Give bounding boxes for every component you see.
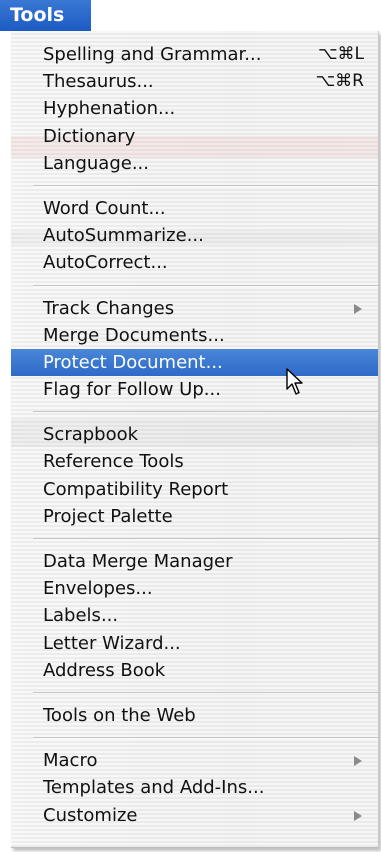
menu-items: Spelling and Grammar... ⌥⌘L Thesaurus... ⌥⌘… [11, 41, 378, 829]
menu-separator [11, 403, 378, 421]
menu-item-scrapbook[interactable]: Scrapbook [11, 421, 378, 448]
menu-item-track-changes[interactable]: Track Changes [11, 295, 378, 322]
menu-item-label: Scrapbook [43, 424, 139, 446]
menu-item-label: Reference Tools [43, 451, 184, 473]
menu-item-label: Compatibility Report [43, 478, 229, 500]
arrow-pointer-icon [286, 368, 303, 395]
menu-item-label: Spelling and Grammar... [43, 44, 262, 65]
menu-item-label: Dictionary [43, 125, 136, 147]
menu-item-label: Address Book [43, 659, 166, 681]
menu-item-label: Data Merge Manager [43, 551, 233, 572]
submenu-arrow-icon [354, 756, 362, 767]
menu-item-data-merge-manager[interactable]: Data Merge Manager [11, 548, 378, 575]
menu-item-label: Project Palette [43, 505, 173, 527]
menu-item-templates-and-add-ins[interactable]: Templates and Add-Ins... [11, 774, 378, 801]
submenu-arrow-icon [354, 810, 362, 821]
menu-separator [11, 684, 378, 702]
menu-item-label: Track Changes [43, 297, 175, 319]
submenu-arrow-icon [354, 303, 362, 314]
menu-item-label: Envelopes... [43, 578, 153, 600]
menu-item-envelopes[interactable]: Envelopes... [11, 575, 378, 602]
menu-item-address-book[interactable]: Address Book [11, 657, 378, 684]
menu-item-autocorrect[interactable]: AutoCorrect... [11, 249, 378, 276]
menu-item-label: Templates and Add-Ins... [43, 777, 265, 799]
menu-title-tools[interactable]: Tools [0, 0, 91, 31]
menu-item-thesaurus[interactable]: Thesaurus... ⌥⌘R [11, 68, 378, 95]
menu-item-merge-documents[interactable]: Merge Documents... [11, 322, 378, 349]
menu-item-tools-on-the-web[interactable]: Tools on the Web [11, 702, 378, 729]
menu-item-label: Language... [43, 152, 149, 174]
menu-item-label: Hyphenation... [43, 98, 176, 120]
menu-separator [11, 277, 378, 295]
menu-item-language[interactable]: Language... [11, 150, 378, 177]
menu-item-customize[interactable]: Customize [11, 802, 378, 829]
menu-item-letter-wizard[interactable]: Letter Wizard... [11, 630, 378, 657]
menu-item-shortcut: ⌥⌘R [315, 71, 364, 92]
menu-item-spelling-and-grammar[interactable]: Spelling and Grammar... ⌥⌘L [11, 41, 378, 68]
menu-separator [11, 729, 378, 747]
menu-item-label: Flag for Follow Up... [43, 379, 221, 401]
menu-item-project-palette[interactable]: Project Palette [11, 503, 378, 530]
menu-item-dictionary[interactable]: Dictionary [11, 123, 378, 150]
menu-item-label: Word Count... [43, 197, 166, 219]
menu-item-label: AutoSummarize... [43, 225, 204, 247]
menu-item-label: Protect Document... [43, 351, 223, 373]
menu-item-label: Labels... [43, 605, 119, 627]
menu-item-protect-document[interactable]: Protect Document... [11, 348, 378, 377]
menu-item-compatibility-report[interactable]: Compatibility Report [11, 476, 378, 503]
menu-item-macro[interactable]: Macro [11, 747, 378, 774]
menu-item-label: Tools on the Web [43, 704, 196, 726]
menu-item-reference-tools[interactable]: Reference Tools [11, 448, 378, 475]
menu-item-hyphenation[interactable]: Hyphenation... [11, 95, 378, 122]
menu-item-label: Customize [43, 804, 138, 826]
menu-separator [11, 530, 378, 548]
menu-item-flag-for-follow-up[interactable]: Flag for Follow Up... [11, 376, 378, 403]
menu-item-shortcut: ⌥⌘L [317, 44, 364, 64]
menu-separator [11, 177, 378, 195]
menu-item-label: Letter Wizard... [43, 632, 181, 654]
tools-menu-dropdown: Spelling and Grammar... ⌥⌘L Thesaurus... ⌥⌘… [11, 31, 379, 848]
menu-item-label: Thesaurus... [43, 71, 154, 93]
menu-item-label: AutoCorrect... [43, 252, 168, 274]
menu-item-labels[interactable]: Labels... [11, 602, 378, 629]
menu-item-label: Merge Documents... [43, 324, 225, 346]
menu-item-autosummarize[interactable]: AutoSummarize... [11, 222, 378, 249]
menu-item-word-count[interactable]: Word Count... [11, 195, 378, 222]
menu-item-label: Macro [43, 750, 98, 772]
